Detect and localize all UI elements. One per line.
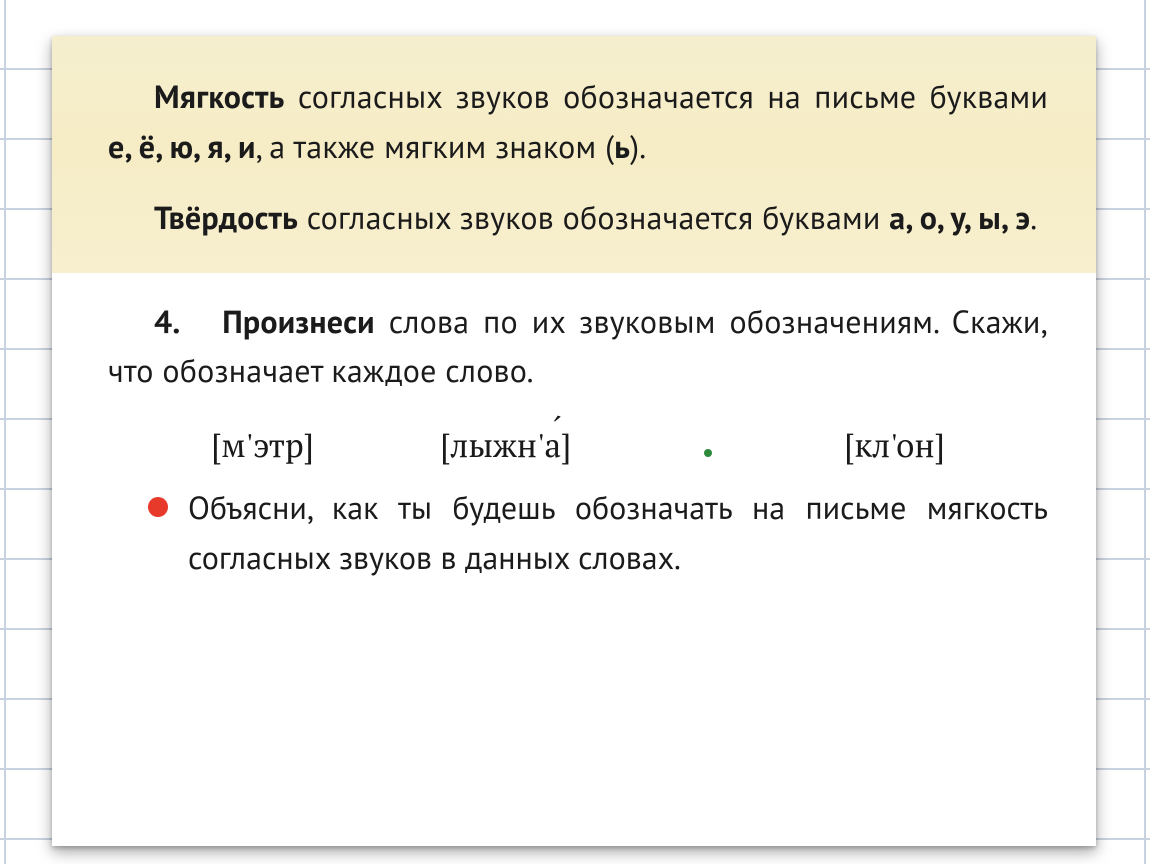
red-bullet-icon xyxy=(148,497,168,517)
textbook-page-card: Мягкость согласных звуков обозначается н… xyxy=(52,36,1096,846)
phonetic-2-pre: [лыжн' xyxy=(440,424,544,467)
phonetics-row: [м'этр] [лыжн'а] [кл'он] xyxy=(108,418,1048,483)
margin-line-right xyxy=(1144,0,1146,864)
phonetic-1: [м'этр] xyxy=(211,424,314,467)
rule-softness-lead: Мягкость xyxy=(154,75,285,117)
phonetic-3: [кл'он] xyxy=(844,424,945,467)
phonetic-2: [лыжн'а] xyxy=(440,424,571,467)
rule-softness-text2: , а так­же мягким знаком ( xyxy=(256,125,615,167)
green-dot-icon xyxy=(704,449,712,457)
rule-softness-text1: согласных звуков обозначается на письме … xyxy=(285,75,1049,117)
exercise-number: 4. xyxy=(154,300,180,342)
rule-hardness-letters: а, о, у, ы, э xyxy=(889,196,1030,238)
rule-softness-letters: е, ё, ю, я, и xyxy=(108,125,256,167)
exercise-block: 4. Произнеси слова по их звуковым обозна… xyxy=(52,273,1096,600)
rule-softness: Мягкость согласных звуков обозначается н… xyxy=(108,72,1048,171)
phonetic-2-post: ] xyxy=(561,424,571,467)
rule-hardness-lead: Твёрдость xyxy=(154,196,298,238)
rule-softness-text3: ). xyxy=(630,125,646,167)
exercise-subtask-text: Объясни, как ты будешь обозначать на пис… xyxy=(188,483,1048,582)
exercise-title-bold: Произнеси xyxy=(222,300,375,342)
margin-line-left xyxy=(4,0,6,864)
exercise-subtask: Объясни, как ты будешь обозначать на пис… xyxy=(108,483,1048,582)
rule-hardness-text2: . xyxy=(1030,196,1037,238)
phonetic-2-accent: а xyxy=(544,424,561,467)
rule-soft-sign: ь xyxy=(614,125,630,167)
exercise-prompt: 4. Произнеси слова по их звуковым обозна… xyxy=(108,297,1048,396)
rule-hardness: Твёрдость согласных звуков обозначается … xyxy=(108,193,1048,243)
rules-yellow-block: Мягкость согласных звуков обозначается н… xyxy=(52,36,1096,273)
rule-hardness-text1: согласных звуков обозначается буквами xyxy=(298,196,889,238)
